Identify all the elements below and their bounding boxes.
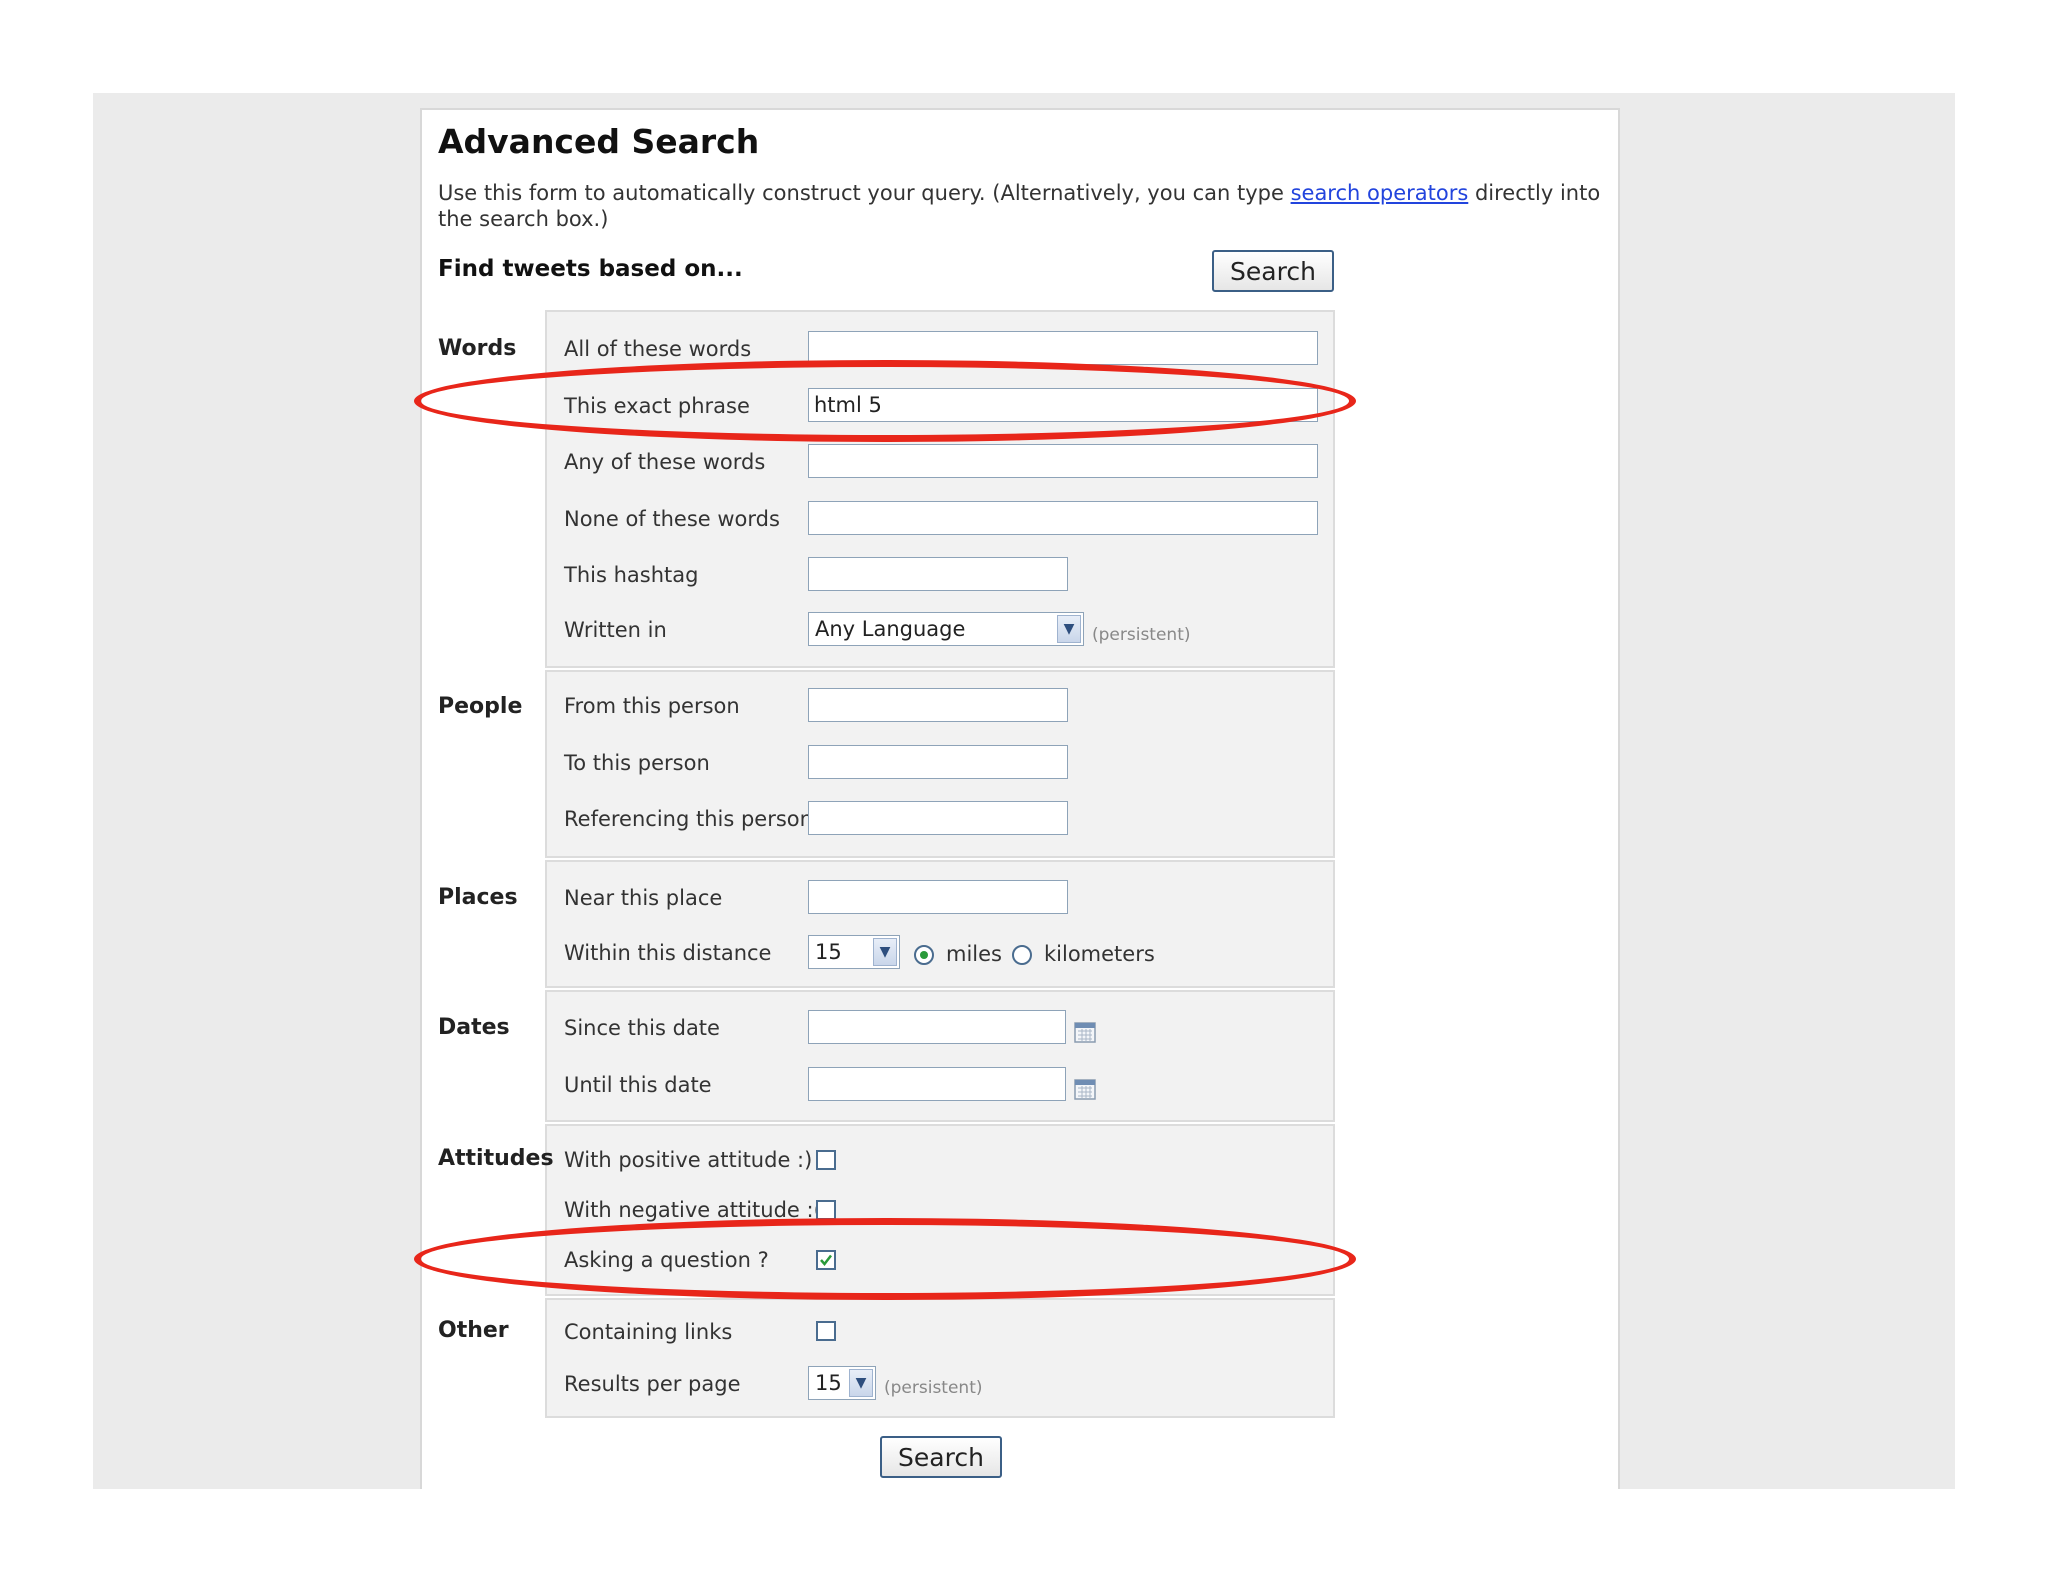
chevron-down-icon: ▼: [1057, 615, 1081, 643]
radio-selected-dot: [920, 951, 928, 959]
results-per-page-select[interactable]: 15 ▼: [808, 1366, 876, 1400]
people-section-label: People: [438, 694, 523, 719]
near-place-input[interactable]: [808, 880, 1068, 914]
words-section-label: Words: [438, 336, 517, 361]
any-words-label: Any of these words: [564, 450, 766, 474]
results-per-page-label: Results per page: [564, 1372, 741, 1396]
results-per-page-value: 15: [815, 1371, 842, 1395]
attitudes-section-label: Attitudes: [438, 1146, 554, 1171]
intro-before: Use this form to automatically construct…: [438, 181, 1284, 205]
search-button-bottom[interactable]: Search: [880, 1436, 1002, 1478]
any-words-input[interactable]: [808, 444, 1318, 478]
kilometers-radio[interactable]: [1012, 945, 1032, 965]
question-checkbox[interactable]: [816, 1250, 836, 1270]
hashtag-input[interactable]: [808, 557, 1068, 591]
check-icon: [820, 1254, 832, 1266]
since-date-label: Since this date: [564, 1016, 720, 1040]
until-date-input[interactable]: [808, 1067, 1066, 1101]
from-person-label: From this person: [564, 694, 740, 718]
search-operators-link[interactable]: search operators: [1291, 181, 1469, 205]
distance-select[interactable]: 15 ▼: [808, 935, 900, 969]
negative-attitude-checkbox[interactable]: [816, 1200, 836, 1220]
hashtag-label: This hashtag: [564, 563, 699, 587]
calendar-icon[interactable]: [1074, 1078, 1096, 1100]
calendar-icon[interactable]: [1074, 1021, 1096, 1043]
distance-label: Within this distance: [564, 941, 772, 965]
page-title: Advanced Search: [438, 122, 760, 161]
results-persistent-hint: (persistent): [884, 1378, 983, 1398]
chevron-down-icon: ▼: [849, 1369, 873, 1397]
chevron-down-icon: ▼: [873, 938, 897, 966]
exact-phrase-label: This exact phrase: [564, 394, 750, 418]
all-words-label: All of these words: [564, 337, 752, 361]
language-persistent-hint: (persistent): [1092, 625, 1191, 645]
from-person-input[interactable]: [808, 688, 1068, 722]
other-section-label: Other: [438, 1318, 509, 1343]
to-person-input[interactable]: [808, 745, 1068, 779]
miles-label: miles: [946, 942, 1002, 966]
referencing-person-input[interactable]: [808, 801, 1068, 835]
intro-text: Use this form to automatically construct…: [438, 180, 1618, 232]
distance-select-value: 15: [815, 940, 842, 964]
all-words-input[interactable]: [808, 331, 1318, 365]
none-words-label: None of these words: [564, 507, 780, 531]
referencing-person-label: Referencing this person: [564, 807, 813, 831]
dates-section-label: Dates: [438, 1015, 510, 1040]
places-section-label: Places: [438, 885, 518, 910]
containing-links-checkbox[interactable]: [816, 1321, 836, 1341]
to-person-label: To this person: [564, 751, 710, 775]
find-heading: Find tweets based on...: [438, 256, 743, 282]
near-place-label: Near this place: [564, 886, 723, 910]
language-select-value: Any Language: [815, 617, 966, 641]
containing-links-label: Containing links: [564, 1320, 733, 1344]
positive-attitude-checkbox[interactable]: [816, 1150, 836, 1170]
other-section: [545, 1298, 1335, 1418]
kilometers-label: kilometers: [1044, 942, 1155, 966]
since-date-input[interactable]: [808, 1010, 1066, 1044]
until-date-label: Until this date: [564, 1073, 712, 1097]
miles-radio[interactable]: [914, 945, 934, 965]
search-button-top[interactable]: Search: [1212, 250, 1334, 292]
exact-phrase-input[interactable]: html 5: [808, 388, 1318, 422]
none-words-input[interactable]: [808, 501, 1318, 535]
language-select[interactable]: Any Language ▼: [808, 612, 1084, 646]
question-label: Asking a question ?: [564, 1248, 769, 1272]
negative-attitude-label: With negative attitude :(: [564, 1198, 822, 1222]
language-label: Written in: [564, 618, 667, 642]
positive-attitude-label: With positive attitude :): [564, 1148, 813, 1172]
